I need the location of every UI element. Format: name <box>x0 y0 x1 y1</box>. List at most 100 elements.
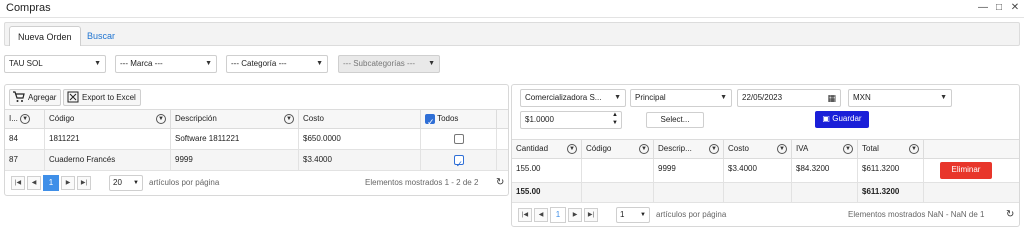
page-size-value: 1 <box>620 210 625 219</box>
filter-icon[interactable]: ▼ <box>639 144 649 154</box>
col-order-codigo[interactable]: Código ▼ <box>582 140 654 158</box>
col-descripcion[interactable]: Descripción ▼ <box>171 110 299 128</box>
cell-descripcion: Software 1811221 <box>171 129 299 149</box>
totals-row: 155.00 $611.3200 <box>512 183 1019 203</box>
current-page[interactable]: 1 <box>43 175 59 191</box>
table-row[interactable]: 155.00 9999 $3.4000 $84.3200 $611.3200 E… <box>512 159 1019 183</box>
cell-select <box>421 150 497 170</box>
next-page-icon[interactable]: ▶ <box>568 208 582 222</box>
row-checkbox[interactable] <box>453 133 464 144</box>
col-total-label: Total <box>862 144 879 153</box>
save-button[interactable]: ▣ Guardar <box>815 111 869 128</box>
tab-buscar[interactable]: Buscar <box>79 26 123 46</box>
supplier-filter-select[interactable]: TAU SOL ▼ <box>4 55 106 73</box>
cell-total: $611.3200 <box>858 159 924 182</box>
tab-strip: Nueva Orden Buscar <box>4 22 1020 46</box>
table-row[interactable]: 84 1811221 Software 1811221 $650.0000 <box>5 129 508 150</box>
page-size-select[interactable]: 1 ▼ <box>616 207 650 223</box>
exchange-rate-value: $1.0000 <box>525 115 554 124</box>
add-button-label: Agregar <box>28 93 57 102</box>
col-order-codigo-label: Código <box>586 144 612 153</box>
cell-cantidad: 155.00 <box>512 159 582 182</box>
last-page-icon[interactable]: ▶| <box>584 208 598 222</box>
calendar-icon[interactable]: ▦ <box>827 90 836 106</box>
brand-filter-select[interactable]: --- Marca --- ▼ <box>115 55 217 73</box>
delete-button[interactable]: Eliminar <box>940 162 992 179</box>
total-empty <box>724 183 792 202</box>
order-supplier-value: Comercializadora S... <box>525 93 602 102</box>
pager-info: Elementos mostrados 1 - 2 de 2 <box>365 178 479 187</box>
stepper-icon[interactable]: ▲ ▼ <box>612 111 618 127</box>
cart-icon <box>13 91 25 102</box>
currency-value: MXN <box>853 93 871 102</box>
cell-descripcion: 9999 <box>171 150 299 170</box>
cell-id: 87 <box>5 150 45 170</box>
row-checkbox[interactable] <box>453 154 464 170</box>
chevron-down-icon: ▼ <box>640 212 646 218</box>
filter-icon[interactable]: ▼ <box>20 113 31 124</box>
date-value: 22/05/2023 <box>742 93 783 102</box>
col-todos[interactable]: Todos <box>421 110 497 131</box>
warehouse-value: Principal <box>635 93 666 102</box>
page-size-label: artículos por página <box>656 210 727 219</box>
table-row[interactable]: 87 Cuaderno Francés 9999 $3.4000 <box>5 150 508 171</box>
cell-codigo <box>582 159 654 182</box>
chevron-down-icon: ▼ <box>94 60 101 67</box>
prev-page-icon[interactable]: ◀ <box>534 208 548 222</box>
export-excel-label: Export to Excel <box>82 93 136 102</box>
col-iva[interactable]: IVA ▼ <box>792 140 858 158</box>
export-excel-button[interactable]: Export to Excel <box>63 89 141 106</box>
close-icon[interactable]: ✕ <box>1010 3 1020 13</box>
col-order-costo-label: Costo <box>728 144 749 153</box>
last-page-icon[interactable]: ▶| <box>77 176 91 190</box>
next-page-icon[interactable]: ▶ <box>61 176 75 190</box>
warehouse-select[interactable]: Principal ▼ <box>630 89 732 107</box>
filter-icon[interactable]: ▼ <box>567 144 577 154</box>
filter-icon[interactable]: ▼ <box>909 144 919 154</box>
products-pager: |◀ ◀ 1 ▶ ▶| 20 ▼ artículos por página Ele… <box>5 173 508 195</box>
date-input[interactable]: 22/05/2023 ▦ <box>737 89 841 107</box>
current-page[interactable]: 1 <box>550 207 566 223</box>
supplier-filter-value: TAU SOL <box>9 59 43 68</box>
category-filter-select[interactable]: --- Categoría --- ▼ <box>226 55 328 73</box>
subcategory-filter-value: --- Subcategorías --- <box>343 59 416 68</box>
maximize-icon[interactable]: □ <box>994 3 1004 13</box>
order-panel: Comercializadora S... ▼ Principal ▼ 22/0… <box>511 84 1020 227</box>
add-button[interactable]: Agregar <box>9 89 62 106</box>
chevron-down-icon: ▼ <box>316 60 323 67</box>
col-id[interactable]: I... ▼ <box>5 110 45 128</box>
page-size-label: artículos por página <box>149 178 220 187</box>
col-order-costo[interactable]: Costo ▼ <box>724 140 792 158</box>
filter-icon[interactable]: ▼ <box>709 144 719 154</box>
category-filter-value: --- Categoría --- <box>231 59 287 68</box>
order-supplier-select[interactable]: Comercializadora S... ▼ <box>520 89 626 107</box>
chevron-down-icon: ▼ <box>940 94 947 101</box>
currency-select[interactable]: MXN ▼ <box>848 89 952 107</box>
chevron-down-icon: ▼ <box>614 94 621 101</box>
refresh-icon[interactable]: ↻ <box>496 177 504 188</box>
select-button[interactable]: Select... <box>646 112 704 128</box>
col-total[interactable]: Total ▼ <box>858 140 924 158</box>
col-order-descripcion[interactable]: Descrip... ▼ <box>654 140 724 158</box>
col-cantidad[interactable]: Cantidad ▼ <box>512 140 582 158</box>
refresh-icon[interactable]: ↻ <box>1006 209 1014 220</box>
cell-iva: $84.3200 <box>792 159 858 182</box>
prev-page-icon[interactable]: ◀ <box>27 176 41 190</box>
first-page-icon[interactable]: |◀ <box>11 176 25 190</box>
filter-icon[interactable]: ▼ <box>777 144 787 154</box>
first-page-icon[interactable]: |◀ <box>518 208 532 222</box>
page-size-select[interactable]: 20 ▼ <box>109 175 143 191</box>
col-iva-label: IVA <box>796 144 809 153</box>
col-codigo[interactable]: Código ▼ <box>45 110 171 128</box>
tab-nueva-orden[interactable]: Nueva Orden <box>9 26 81 46</box>
filter-icon[interactable]: ▼ <box>843 144 853 154</box>
filter-icon[interactable]: ▼ <box>284 114 294 124</box>
cell-costo: $650.0000 <box>299 129 421 149</box>
col-costo[interactable]: Costo <box>299 110 421 128</box>
order-header: Cantidad ▼ Código ▼ Descrip... ▼ Costo ▼ IVA… <box>512 139 1019 159</box>
filter-icon[interactable]: ▼ <box>156 114 166 124</box>
col-todos-label: Todos <box>437 114 459 123</box>
minimize-icon[interactable]: — <box>978 3 988 13</box>
exchange-rate-input[interactable]: $1.0000 ▲ ▼ <box>520 111 622 129</box>
select-all-checkbox[interactable] <box>425 113 435 131</box>
